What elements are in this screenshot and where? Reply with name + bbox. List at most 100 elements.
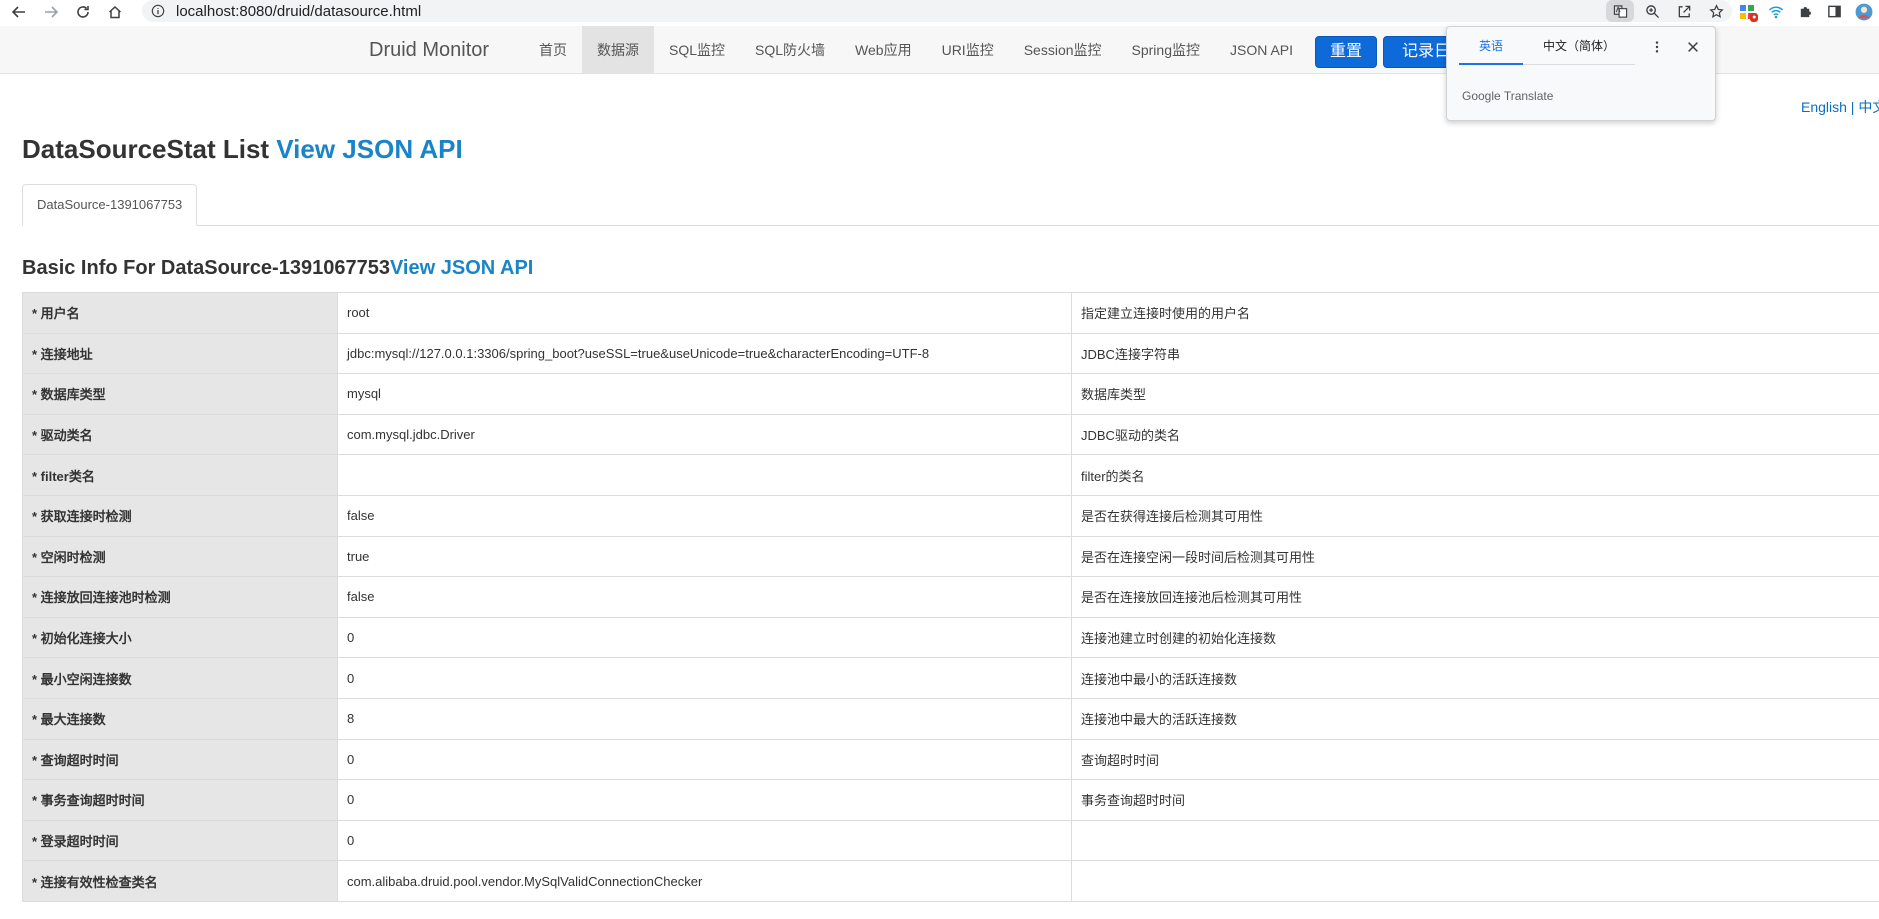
row-label: * 初始化连接大小: [22, 616, 338, 659]
extensions-menu-button[interactable]: [1791, 1, 1820, 23]
share-button[interactable]: [1668, 0, 1700, 22]
extension-badge: ●: [1750, 12, 1759, 22]
nav-item-4[interactable]: Web应用: [840, 26, 927, 74]
table-row: * 数据库类型 mysql 数据库类型: [22, 373, 1879, 415]
row-label: * 驱动类名: [22, 413, 338, 456]
section-title-text: Basic Info For DataSource-1391067753: [22, 257, 390, 279]
nav-item-1[interactable]: 数据源: [582, 26, 654, 74]
table-row: * 用户名 root 指定建立连接时使用的用户名: [22, 292, 1879, 334]
row-value: false: [337, 494, 1072, 537]
nav-item-8[interactable]: JSON API: [1215, 26, 1308, 74]
row-desc: 事务查询超时时间: [1071, 779, 1879, 821]
page-title: DataSourceStat List View JSON API: [22, 134, 463, 165]
table-row: * 最小空闲连接数 0 连接池中最小的活跃连接数: [22, 657, 1879, 699]
row-label: * 用户名: [22, 292, 338, 334]
row-value: 0: [337, 616, 1072, 659]
row-value: mysql: [337, 373, 1072, 415]
reload-icon: [77, 5, 89, 18]
more-vertical-icon: [1655, 41, 1659, 53]
home-button[interactable]: [102, 1, 128, 23]
translate-icon: [1613, 4, 1627, 18]
brand-title[interactable]: Druid Monitor: [369, 26, 489, 74]
translate-options-button[interactable]: [1647, 37, 1667, 57]
zoom-button[interactable]: [1636, 0, 1668, 22]
table-row: * 登录超时时间 0: [22, 819, 1879, 862]
row-desc: JDBC连接字符串: [1071, 332, 1879, 375]
translate-tab-english[interactable]: 英语: [1459, 27, 1523, 65]
table-row: * 驱动类名 com.mysql.jdbc.Driver JDBC驱动的类名: [22, 413, 1879, 456]
back-button[interactable]: [6, 1, 32, 23]
row-desc: 连接池建立时创建的初始化连接数: [1071, 616, 1879, 659]
translate-page-button[interactable]: [1606, 0, 1634, 22]
row-value: [337, 454, 1072, 496]
zoom-icon: [1645, 4, 1659, 18]
info-icon[interactable]: [150, 3, 166, 19]
row-label: * 最小空闲连接数: [22, 657, 338, 699]
row-desc: JDBC驱动的类名: [1071, 413, 1879, 456]
row-value: 0: [337, 657, 1072, 699]
translate-popup: 英语 中文（简体） Google Translate: [1446, 26, 1716, 121]
nav-item-7[interactable]: Spring监控: [1117, 26, 1215, 74]
puzzle-icon: [1800, 7, 1811, 18]
side-panel-icon: [1828, 5, 1842, 18]
view-json-api-link[interactable]: View JSON API: [276, 134, 462, 164]
table-row: * 查询超时时间 0 查询超时时间: [22, 738, 1879, 781]
tab-datasource[interactable]: DataSource-1391067753: [22, 184, 198, 226]
nav-item-3[interactable]: SQL防火墙: [740, 26, 840, 74]
row-desc: 连接池中最大的活跃连接数: [1071, 697, 1879, 740]
row-desc: 是否在连接放回连接池后检测其可用性: [1071, 576, 1879, 618]
avatar-icon: [1855, 3, 1873, 20]
row-value: com.mysql.jdbc.Driver: [337, 413, 1072, 456]
section-json-api-link[interactable]: View JSON API: [390, 257, 533, 279]
row-label: * filter类名: [22, 454, 338, 496]
row-desc: filter的类名: [1071, 454, 1879, 496]
table-row: * 连接地址 jdbc:mysql://127.0.0.1:3306/spring…: [22, 332, 1879, 375]
share-icon: [1678, 5, 1690, 17]
row-label: * 获取连接时检测: [22, 494, 338, 537]
table-row: * 最大连接数 8 连接池中最大的活跃连接数: [22, 697, 1879, 740]
table-row: * 获取连接时检测 false 是否在获得连接后检测其可用性: [22, 494, 1879, 537]
row-value: 0: [337, 819, 1072, 862]
row-label: * 事务查询超时时间: [22, 779, 338, 821]
table-row: * 初始化连接大小 0 连接池建立时创建的初始化连接数: [22, 616, 1879, 659]
extension-button[interactable]: ●: [1732, 1, 1761, 23]
nav-item-2[interactable]: SQL监控: [654, 26, 740, 74]
basic-info-table: * 用户名 root 指定建立连接时使用的用户名 * 连接地址 jdbc:mysql:/…: [22, 292, 1879, 902]
wifi-icon: [1769, 5, 1784, 18]
row-value: root: [337, 292, 1072, 334]
nav-item-6[interactable]: Session监控: [1009, 26, 1117, 74]
address-bar[interactable]: localhost:8080/druid/datasource.html: [142, 0, 1732, 22]
row-desc: 是否在连接空闲一段时间后检测其可用性: [1071, 535, 1879, 578]
profile-avatar[interactable]: [1850, 1, 1879, 23]
wifi-extension-button[interactable]: [1761, 1, 1790, 23]
row-desc: 数据库类型: [1071, 373, 1879, 415]
reload-button[interactable]: [70, 1, 96, 23]
bookmark-button[interactable]: [1700, 0, 1732, 22]
translate-tab-chinese[interactable]: 中文（简体）: [1531, 27, 1627, 65]
table-row: * filter类名 filter的类名: [22, 454, 1879, 496]
page-title-text: DataSourceStat List: [22, 134, 277, 164]
nav-menu: 首页 数据源 SQL监控 SQL防火墙 Web应用 URI监控 Session监控 Sprin…: [524, 26, 1308, 74]
reset-button[interactable]: 重置: [1315, 36, 1378, 68]
row-value: 0: [337, 779, 1072, 821]
row-label: * 数据库类型: [22, 373, 338, 415]
browser-toolbar: localhost:8080/druid/datasource.html ●: [0, 0, 1879, 23]
row-desc: [1071, 819, 1879, 862]
nav-item-0[interactable]: 首页: [524, 26, 582, 74]
url-text[interactable]: localhost:8080/druid/datasource.html: [176, 3, 421, 20]
row-label: * 查询超时时间: [22, 738, 338, 781]
close-icon: [1688, 42, 1698, 52]
translate-close-button[interactable]: [1683, 37, 1703, 57]
row-value: 8: [337, 697, 1072, 740]
table-row: * 事务查询超时时间 0 事务查询超时时间: [22, 779, 1879, 821]
row-label: * 连接有效性检查类名: [22, 860, 338, 902]
row-value: 0: [337, 738, 1072, 781]
nav-item-5[interactable]: URI监控: [927, 26, 1009, 74]
table-row: * 连接放回连接池时检测 false 是否在连接放回连接池后检测其可用性: [22, 576, 1879, 618]
row-desc: 指定建立连接时使用的用户名: [1071, 292, 1879, 334]
forward-button[interactable]: [38, 1, 64, 23]
side-panel-button[interactable]: [1820, 1, 1849, 23]
home-icon: [108, 5, 122, 18]
language-switch[interactable]: English | 中文: [1801, 97, 1879, 117]
table-row: * 连接有效性检查类名 com.alibaba.druid.pool.vendor…: [22, 860, 1879, 902]
